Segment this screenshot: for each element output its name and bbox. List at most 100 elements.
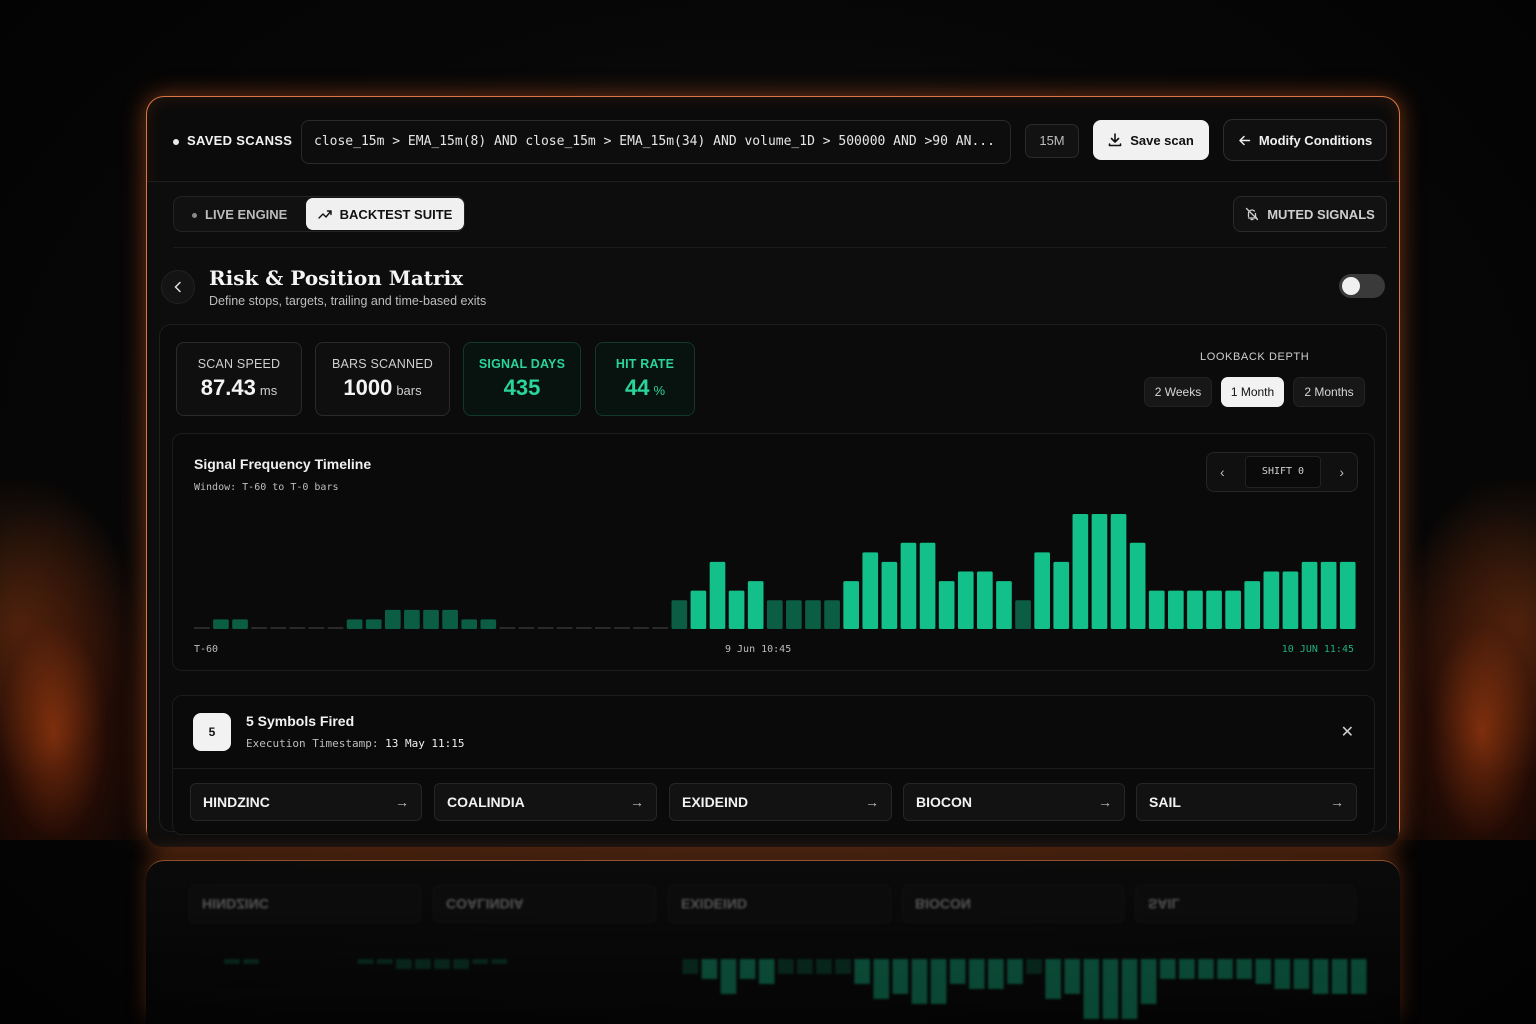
muted-signals-button[interactable]: MUTED SIGNALS — [1233, 196, 1387, 232]
chart-bar[interactable] — [843, 581, 860, 629]
reflection-bar — [1217, 959, 1233, 979]
toggle-knob — [1342, 277, 1360, 295]
chart-bar[interactable] — [1301, 561, 1318, 629]
stat-scan-speed: SCAN SPEED 87.43 ms — [176, 342, 302, 416]
execution-timestamp: Execution Timestamp: 13 May 11:15 — [246, 737, 465, 750]
matrix-toggle[interactable] — [1339, 274, 1385, 298]
modify-conditions-button[interactable]: Modify Conditions — [1223, 119, 1387, 161]
chart-bar[interactable] — [384, 609, 401, 629]
symbol-chip-hindzinc[interactable]: HINDZINC → — [190, 783, 422, 821]
chart-bar[interactable] — [423, 609, 439, 629]
save-scan-label: Save scan — [1130, 132, 1194, 148]
arrow-right-icon: → — [865, 794, 879, 810]
chart-bar[interactable] — [900, 542, 917, 629]
chart-bar[interactable] — [232, 619, 248, 629]
chart-bar[interactable] — [1053, 561, 1070, 629]
chart-bar[interactable] — [1015, 600, 1031, 629]
chart-bar[interactable] — [977, 571, 993, 630]
axis-end-label: 10 JUN 11:45 — [1281, 644, 1354, 655]
chart-bar[interactable] — [1225, 590, 1241, 629]
reflection-label: COALINDIA — [446, 896, 524, 912]
chart-bar[interactable] — [957, 571, 974, 630]
chart-bar[interactable] — [862, 552, 879, 629]
chevron-left-icon — [174, 281, 181, 293]
chart-bar-empty — [575, 627, 592, 629]
backtest-panel: LIVE ENGINE BACKTEST SUITE MUTED SIGNALS… — [147, 181, 1399, 847]
arrow-right-icon: → — [395, 794, 409, 810]
chart-bar[interactable] — [690, 590, 707, 629]
lookback-2-weeks[interactable]: 2 Weeks — [1144, 377, 1212, 407]
chart-bar[interactable] — [1072, 514, 1089, 629]
chart-bar[interactable] — [480, 619, 497, 629]
reflection-chip: BIOCON — [902, 885, 1124, 923]
top-bar: SAVED SCANSS close_15m > EMA_15m(8) AND … — [147, 97, 1399, 183]
chart-bar[interactable] — [1263, 571, 1280, 630]
muted-signals-label: MUTED SIGNALS — [1267, 206, 1375, 222]
reflection-bar — [949, 959, 966, 984]
chart-bar[interactable] — [365, 619, 382, 629]
chart-bar[interactable] — [766, 600, 783, 629]
chart-bar[interactable] — [728, 590, 745, 629]
chart-bar[interactable] — [1339, 561, 1356, 629]
chart-bar[interactable] — [1320, 561, 1337, 629]
reflection-bar — [854, 959, 871, 984]
chart-bar[interactable] — [1091, 514, 1108, 629]
reflection-label: HINDZINC — [202, 896, 269, 912]
chart-bar[interactable] — [824, 600, 840, 629]
chart-bar[interactable] — [938, 581, 955, 629]
reflection-chip: COALINDIA — [433, 885, 656, 923]
symbol-chip-exideind[interactable]: EXIDEIND → — [669, 783, 892, 821]
lookback-1-month[interactable]: 1 Month — [1221, 377, 1284, 407]
saved-scans-label[interactable]: SAVED SCANSS — [173, 133, 292, 148]
chart-bar[interactable] — [786, 600, 802, 629]
chart-bar[interactable] — [461, 619, 478, 629]
mode-bar: LIVE ENGINE BACKTEST SUITE MUTED SIGNALS — [173, 196, 1387, 248]
chart-bar[interactable] — [404, 609, 420, 629]
chart-bar[interactable] — [346, 619, 363, 629]
timestamp-label: Execution Timestamp: — [246, 737, 379, 750]
symbol-chip-coalindia[interactable]: COALINDIA → — [434, 783, 657, 821]
chart-bar[interactable] — [442, 609, 458, 629]
stat-hit-rate: HIT RATE 44% — [595, 342, 695, 416]
chart-bar-empty — [537, 627, 554, 629]
chart-bar[interactable] — [1129, 542, 1146, 629]
chart-bar[interactable] — [996, 581, 1012, 629]
symbol-chip-sail[interactable]: SAIL → — [1136, 783, 1357, 821]
reflection-content: HINDZINC COALINDIA EXIDEIND BIOCON SAIL — [146, 861, 1400, 1024]
chart-bar[interactable] — [1282, 571, 1299, 630]
chart-bar[interactable] — [213, 619, 229, 629]
tab-backtest-suite[interactable]: BACKTEST SUITE — [306, 198, 464, 230]
symbol-chip-biocon[interactable]: BIOCON → — [903, 783, 1125, 821]
chart-bar[interactable] — [919, 542, 936, 629]
chart-bar[interactable] — [1148, 590, 1165, 629]
chart-bar[interactable] — [881, 561, 898, 629]
back-button[interactable] — [161, 270, 195, 304]
stat-unit: % — [653, 383, 666, 398]
close-icon[interactable]: ✕ — [1341, 722, 1354, 742]
trend-up-icon — [317, 210, 332, 219]
save-scan-button[interactable]: Save scan — [1093, 120, 1209, 160]
timeframe-chip[interactable]: 15M — [1025, 124, 1079, 158]
chart-bar[interactable] — [1110, 514, 1127, 629]
scan-query-field[interactable]: close_15m > EMA_15m(8) AND close_15m > E… — [301, 120, 1011, 164]
reflection-bar — [1274, 959, 1291, 989]
chart-bar[interactable] — [671, 600, 688, 629]
lookback-2-months[interactable]: 2 Months — [1293, 377, 1365, 407]
reflection-bar — [472, 959, 489, 964]
chart-bar[interactable] — [805, 600, 821, 629]
symbol-label: BIOCON — [916, 794, 972, 810]
chart-bar[interactable] — [1168, 590, 1184, 629]
reflection-chip: EXIDEIND — [668, 885, 891, 923]
arrow-right-icon: → — [630, 794, 644, 810]
stat-value: 435 — [503, 375, 541, 400]
reflection-bar — [1083, 959, 1100, 1019]
symbol-label: EXIDEIND — [682, 794, 749, 810]
tab-live-engine[interactable]: LIVE ENGINE — [192, 207, 287, 222]
chart-bar[interactable] — [747, 581, 764, 629]
chart-bar[interactable] — [1034, 552, 1050, 629]
chart-bar[interactable] — [709, 561, 726, 629]
chart-bar[interactable] — [1206, 590, 1222, 629]
live-dot-icon — [192, 213, 197, 219]
chart-bar[interactable] — [1244, 581, 1261, 629]
chart-bar[interactable] — [1187, 590, 1203, 629]
